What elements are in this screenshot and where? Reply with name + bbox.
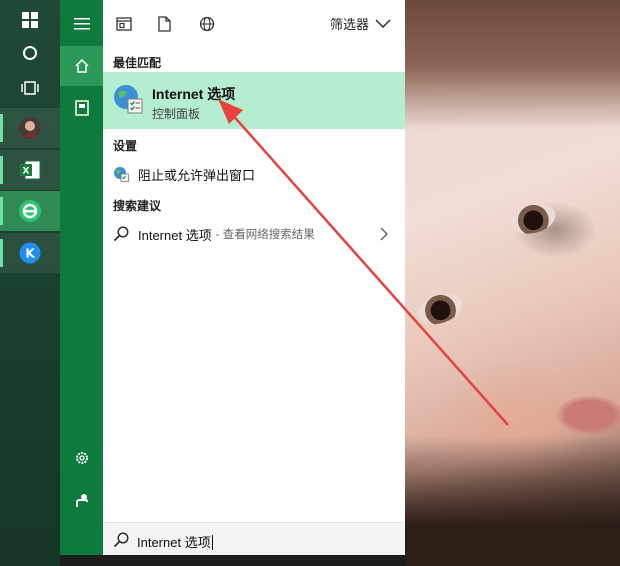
svg-text:X: X [23,167,30,177]
task-view-icon [21,81,39,95]
browser-icon [19,200,41,222]
feedback-icon [75,494,88,507]
hamburger-icon [73,18,90,30]
feedback-button[interactable] [60,480,103,520]
running-indicator [0,197,3,225]
chevron-right-icon [380,227,388,241]
wallpaper-eye [413,287,467,331]
settings-button[interactable] [60,438,103,478]
text-caret [211,535,213,550]
settings-heading: 设置 [113,139,138,153]
taskbar-app-k[interactable]: K [0,233,60,273]
apps-icon [116,17,132,31]
svg-text:K: K [25,247,35,261]
best-match-heading: 最佳匹配 [113,56,162,70]
gear-icon [75,452,88,464]
running-indicator [0,156,3,184]
search-toolbar: 筛选器 [103,0,405,46]
best-match-result[interactable]: Internet 选项 控制面板 [103,72,405,129]
start-menu-rail [60,0,103,555]
popup-settings-icon [114,167,129,182]
hamburger-menu-button[interactable] [60,4,103,44]
excel-icon: X [20,160,41,180]
search-icon [113,226,129,242]
wallpaper-lips [555,395,620,435]
search-results-panel: 筛选器 最佳匹配 Internet 选项 控制面板 设置 阻止或允许弹出窗口 搜… [103,0,405,555]
k-app-icon: K [19,242,41,264]
taskbar-app-browser[interactable] [0,191,60,231]
settings-result-label: 阻止或允许弹出窗口 [138,167,256,183]
search-icon [113,532,129,548]
search-box[interactable]: Internet 选项 [103,522,405,555]
wallpaper-eye [507,199,559,239]
running-indicator [0,114,3,142]
best-match-title: Internet 选项 [152,86,236,102]
taskbar-bottom-edge [60,555,405,566]
search-input[interactable]: Internet 选项 [137,532,213,551]
file-icon [157,16,171,32]
search-query-text: Internet 选项 [137,535,211,550]
taskbar: X K [0,0,60,566]
taskbar-app-excel[interactable]: X [0,150,60,190]
cortana-button[interactable] [0,33,60,73]
filter-label: 筛选器 [329,17,369,32]
wallpaper-hair [405,0,620,130]
user-photo-icon [19,117,41,139]
home-icon [74,58,89,73]
settings-result-popup-blocker[interactable]: 阻止或允许弹出窗口 [103,158,405,190]
suggestion-hint: - 查看网络搜索结果 [215,229,315,241]
windows-icon [22,12,38,28]
desktop-wallpaper [405,0,620,566]
suggestions-heading: 搜索建议 [113,199,162,213]
cortana-circle-icon [23,46,37,60]
document-icon [74,100,89,116]
best-match-subtitle: 控制面板 [152,107,201,121]
web-suggestion-result[interactable]: Internet 选项 - 查看网络搜索结果 [103,218,405,250]
globe-icon [199,16,215,32]
wallpaper-shadow [405,436,620,566]
apps-filter-button[interactable] [113,13,135,35]
home-button[interactable] [60,46,103,86]
task-view-button[interactable] [0,68,60,108]
internet-options-icon [114,85,143,114]
documents-filter-button[interactable] [153,13,175,35]
running-indicator [0,239,3,267]
suggestion-label: Internet 选项 [138,227,212,243]
web-filter-button[interactable] [196,13,218,35]
taskbar-app-photo[interactable] [0,108,60,148]
filter-dropdown[interactable]: 筛选器 [330,14,391,33]
documents-button[interactable] [60,88,103,128]
chevron-down-icon [375,19,391,28]
